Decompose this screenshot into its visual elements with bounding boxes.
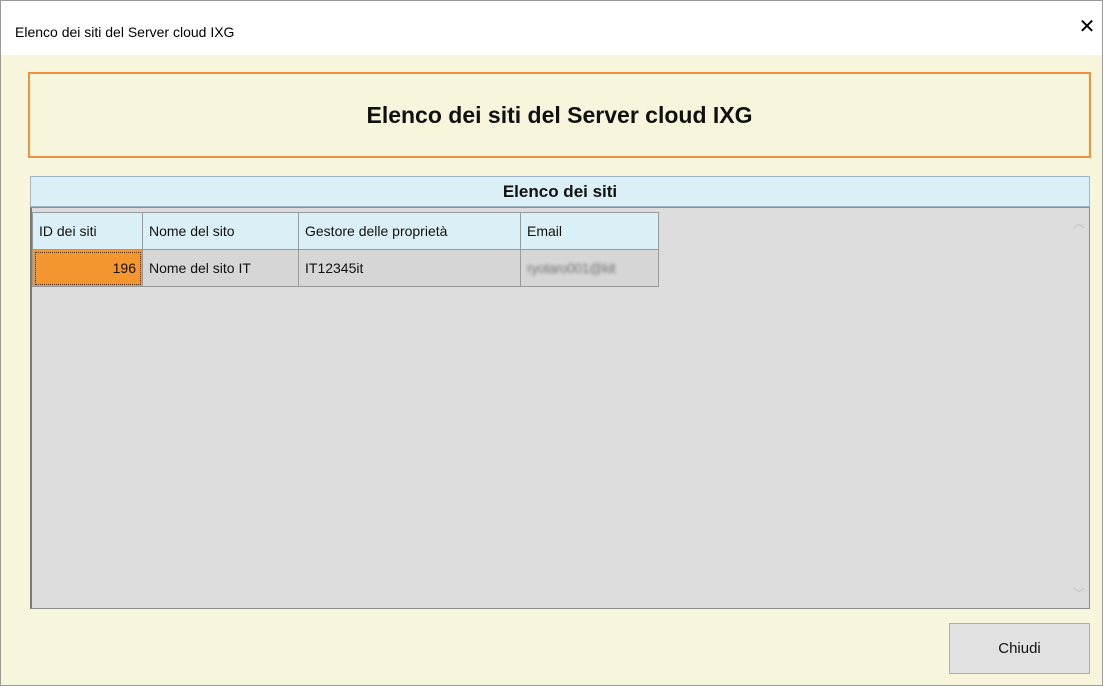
section-header: Elenco dei siti (30, 176, 1090, 207)
sites-table: ID dei siti Nome del sito Gestore delle … (32, 212, 659, 287)
close-button[interactable]: Chiudi (949, 623, 1090, 674)
column-header-email[interactable]: Email (520, 212, 659, 250)
site-owner-cell[interactable]: IT12345it (298, 249, 521, 287)
dialog-content: Elenco dei siti del Server cloud IXG Ele… (1, 55, 1102, 685)
column-header-owner[interactable]: Gestore delle proprietà (298, 212, 521, 250)
email-value: ryotaro001@kit (527, 260, 616, 276)
sites-grid[interactable]: ID dei siti Nome del sito Gestore delle … (30, 207, 1090, 609)
column-header-id[interactable]: ID dei siti (32, 212, 143, 250)
table-header-row: ID dei siti Nome del sito Gestore delle … (32, 212, 659, 250)
dialog-window: Elenco dei siti del Server cloud IXG ✕ E… (0, 0, 1103, 686)
column-header-name[interactable]: Nome del sito (142, 212, 299, 250)
scroll-up-icon[interactable]: ︿ (1069, 214, 1089, 234)
header-panel: Elenco dei siti del Server cloud IXG (28, 72, 1091, 158)
site-name-cell[interactable]: Nome del sito IT (142, 249, 299, 287)
title-bar: Elenco dei siti del Server cloud IXG ✕ (1, 1, 1102, 55)
vertical-scrollbar[interactable]: ︿ ﹀ (1069, 208, 1089, 608)
page-title: Elenco dei siti del Server cloud IXG (366, 101, 753, 128)
table-row[interactable]: 196 Nome del sito IT IT12345it ryotaro00… (32, 249, 659, 287)
section-title: Elenco dei siti (502, 181, 618, 201)
site-email-cell[interactable]: ryotaro001@kit (520, 249, 659, 287)
scroll-down-icon[interactable]: ﹀ (1069, 584, 1089, 604)
close-icon[interactable]: ✕ (1072, 12, 1102, 42)
site-id-cell[interactable]: 196 (32, 249, 143, 287)
window-title: Elenco dei siti del Server cloud IXG (15, 24, 235, 40)
